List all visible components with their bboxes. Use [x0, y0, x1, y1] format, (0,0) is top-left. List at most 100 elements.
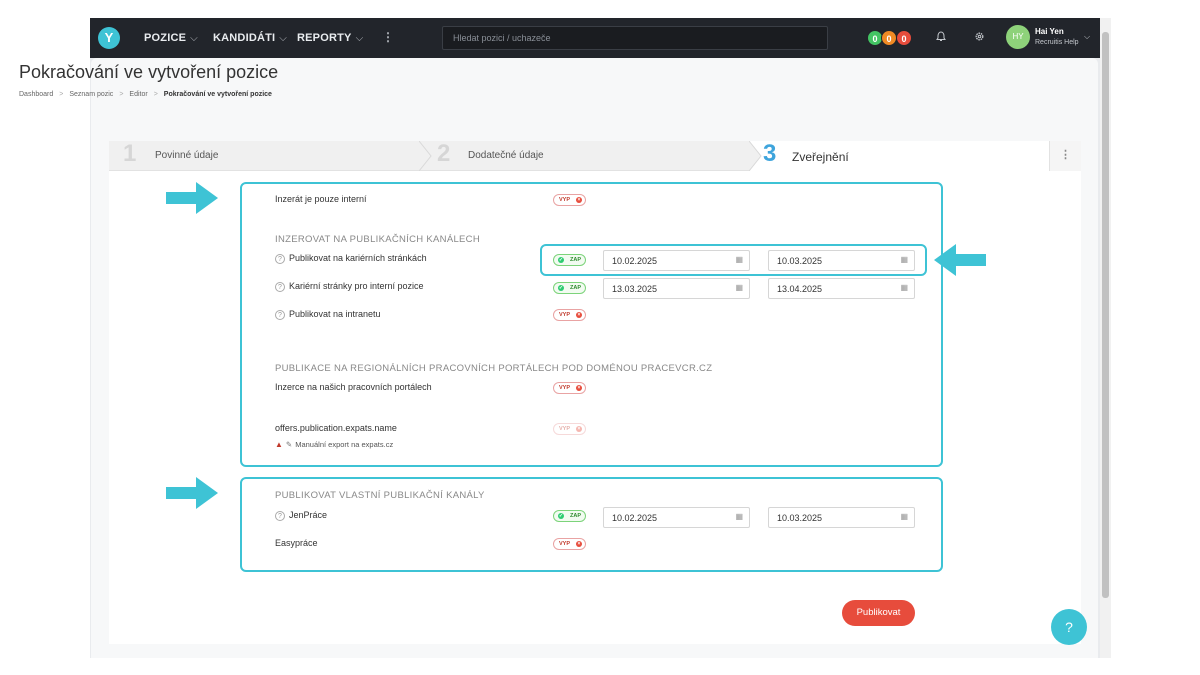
help-circle-icon[interactable]: ?: [275, 510, 285, 521]
check-icon: ✓: [558, 513, 564, 519]
toggle-text: VYP: [559, 197, 571, 203]
jenprace-text: JenPráce: [289, 510, 328, 520]
calendar-icon[interactable]: ▦: [735, 283, 743, 292]
toggle-text: VYP: [559, 541, 571, 547]
step-label: Dodatečné údaje: [468, 150, 544, 161]
calendar-icon[interactable]: ▦: [735, 255, 743, 264]
chevron-down-icon[interactable]: ⌵: [1084, 32, 1090, 42]
stepper: 1 Povinné údaje 2 Dodatečné údaje 3 Zveř…: [109, 140, 1081, 171]
step-separator: [419, 141, 432, 171]
user-role: Recruitis Help: [1035, 39, 1079, 46]
arrow-left-icon: [934, 244, 986, 276]
jenprace-label: ? JenPráce: [275, 510, 327, 521]
help-circle-icon[interactable]: ?: [275, 281, 285, 292]
check-icon: ✓: [558, 257, 564, 263]
help-circle-icon[interactable]: ?: [275, 253, 285, 264]
calendar-icon[interactable]: ▦: [900, 283, 908, 292]
breadcrumb-item-current: Pokračování ve vytvoření pozice: [163, 91, 272, 98]
date-value: 10.03.2025: [777, 513, 823, 523]
search-input[interactable]: Hledat pozici / uchazeče: [442, 26, 828, 50]
easyprace-toggle[interactable]: VYP ×: [553, 538, 586, 550]
intranet-toggle[interactable]: VYP ×: [553, 309, 586, 321]
date-value: 10.02.2025: [612, 513, 658, 523]
nav-item-label: KANDIDÁTI: [213, 32, 276, 44]
our-portals-toggle[interactable]: VYP ×: [553, 382, 586, 394]
toggle-text: VYP: [559, 385, 571, 391]
breadcrumb: Dashboard > Seznam pozic > Editor > Pokračován…: [19, 91, 272, 98]
step-label: Povinné údaje: [155, 150, 219, 161]
toggle-text: VYP: [559, 426, 571, 432]
avatar[interactable]: HY: [1006, 25, 1030, 49]
breadcrumb-item-editor[interactable]: Editor: [129, 91, 147, 98]
step-number: 2: [437, 140, 451, 167]
internal-career-pages-text: Kariérní stránky pro interní pozice: [289, 281, 424, 291]
section-heading-regional: PUBLIKACE NA REGIONÁLNÍCH PRACOVNÍCH POR…: [275, 363, 713, 374]
more-menu-icon[interactable]: ⋮: [382, 30, 394, 44]
calendar-icon[interactable]: ▦: [900, 512, 908, 521]
career-pages-toggle[interactable]: ✓ ZAP: [553, 254, 586, 266]
intranet-label: ? Publikovat na intranetu: [275, 309, 381, 320]
internal-career-pages-label: ? Kariérní stránky pro interní pozice: [275, 281, 424, 292]
career-pages-date-from[interactable]: 10.02.2025 ▦: [603, 250, 750, 271]
internal-career-pages-toggle[interactable]: ✓ ZAP: [553, 282, 586, 294]
toggle-text: ZAP: [570, 257, 581, 263]
date-value: 13.04.2025: [777, 284, 823, 294]
step-label: Zveřejnění: [792, 150, 849, 164]
arrow-right-icon: [166, 477, 218, 509]
chevron-right-icon: >: [119, 91, 124, 98]
toggle-text: ZAP: [570, 285, 581, 291]
chevron-down-icon: ⌵: [355, 33, 364, 44]
nav-item-reporty[interactable]: REPORTY ⌵: [297, 32, 363, 44]
step-number: 1: [123, 140, 137, 167]
expats-warning-text: Manuální export na expats.cz: [295, 440, 394, 449]
x-icon: ×: [576, 385, 582, 391]
internal-only-label: Inzerát je pouze interní: [275, 194, 367, 204]
section-heading-own: PUBLIKOVAT VLASTNÍ PUBLIKAČNÍ KANÁLY: [275, 490, 485, 501]
arrow-right-icon: [166, 182, 218, 214]
chevron-down-icon: ⌵: [279, 33, 288, 44]
expats-label: offers.publication.expats.name: [275, 423, 397, 433]
date-value: 13.03.2025: [612, 284, 658, 294]
notification-badge-orange[interactable]: 0: [881, 30, 897, 46]
career-pages-label: ? Publikovat na kariérních stránkách: [275, 253, 427, 264]
x-icon: ×: [576, 312, 582, 318]
x-icon: ×: [576, 426, 582, 432]
jenprace-date-to[interactable]: 10.03.2025 ▦: [768, 507, 915, 528]
user-name: Hai Yen: [1035, 27, 1064, 36]
breadcrumb-item-dashboard[interactable]: Dashboard: [19, 91, 53, 98]
nav-item-kandidati[interactable]: KANDIDÁTI ⌵: [213, 32, 287, 44]
internal-career-pages-date-to[interactable]: 13.04.2025 ▦: [768, 278, 915, 299]
pencil-icon: ✎: [285, 440, 293, 449]
gear-icon[interactable]: [974, 31, 985, 45]
check-icon: ✓: [558, 285, 564, 291]
help-circle-icon[interactable]: ?: [275, 309, 285, 320]
notification-badge-red[interactable]: 0: [896, 30, 912, 46]
calendar-icon[interactable]: ▦: [900, 255, 908, 264]
internal-career-pages-date-from[interactable]: 13.03.2025 ▦: [603, 278, 750, 299]
publish-button[interactable]: Publikovat: [842, 600, 915, 626]
step-menu-icon[interactable]: ⋮: [1049, 141, 1081, 171]
logo-icon[interactable]: Y: [98, 27, 120, 49]
internal-only-toggle[interactable]: VYP ×: [553, 194, 586, 206]
jenprace-toggle[interactable]: ✓ ZAP: [553, 510, 586, 522]
warning-icon: ▲: [275, 440, 283, 449]
date-value: 10.03.2025: [777, 256, 823, 266]
career-pages-date-to[interactable]: 10.03.2025 ▦: [768, 250, 915, 271]
section-heading-channels: INZEROVAT NA PUBLIKAČNÍCH KANÁLECH: [275, 234, 480, 245]
chevron-right-icon: >: [59, 91, 64, 98]
help-button[interactable]: ?: [1051, 609, 1087, 645]
jenprace-date-from[interactable]: 10.02.2025 ▦: [603, 507, 750, 528]
bell-icon[interactable]: [936, 31, 946, 45]
date-value: 10.02.2025: [612, 256, 658, 266]
easyprace-label: Easypráce: [275, 538, 318, 548]
scrollbar-thumb[interactable]: [1102, 32, 1109, 598]
breadcrumb-item-seznam[interactable]: Seznam pozic: [69, 91, 113, 98]
intranet-text: Publikovat na intranetu: [289, 309, 381, 319]
nav-item-pozice[interactable]: POZICE ⌵: [144, 32, 198, 44]
expats-warning: ▲ ✎ Manuální export na expats.cz: [275, 440, 393, 449]
nav-item-label: POZICE: [144, 32, 187, 44]
chevron-right-icon: >: [153, 91, 158, 98]
chevron-down-icon: ⌵: [190, 33, 198, 44]
expats-toggle[interactable]: VYP ×: [553, 423, 586, 435]
calendar-icon[interactable]: ▦: [735, 512, 743, 521]
